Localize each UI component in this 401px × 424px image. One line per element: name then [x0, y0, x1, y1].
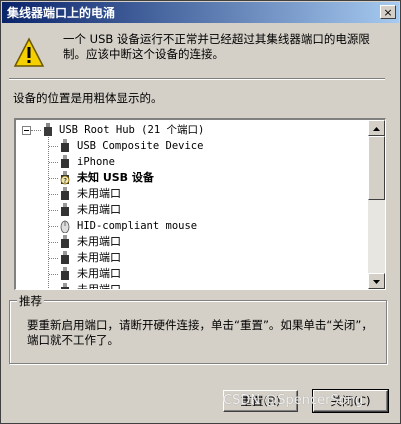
usb-plug-icon	[61, 267, 69, 280]
tree-item[interactable]: 未用端口	[16, 202, 369, 218]
tree-item[interactable]: USB Composite Device	[16, 138, 369, 154]
tree-item-label: iPhone	[77, 156, 115, 168]
tree-item-label: 未用端口	[77, 282, 121, 289]
warning-message: 一个 USB 设备运行不正常并已经超过其集线器端口的电源限制。应该中断这个设备的…	[63, 32, 370, 61]
unknown-device-icon: ?	[60, 171, 70, 185]
tree-item-label: HID-compliant mouse	[77, 220, 198, 232]
tree-scrollbar[interactable]	[368, 120, 385, 289]
recommendation-text: 要重新启用端口，请断开硬件连接，单击“重置”。如果单击“关闭”，端口就不工作了。	[27, 318, 373, 347]
svg-text:?: ?	[63, 177, 67, 185]
tree-item[interactable]: 未用端口	[16, 186, 369, 202]
warning-icon	[13, 37, 45, 67]
collapse-toggle-icon[interactable]	[22, 126, 31, 135]
arrow-down-icon	[373, 280, 380, 284]
tree-item-label: 未用端口	[77, 235, 121, 248]
tree-item[interactable]: iPhone	[16, 154, 369, 170]
dialog-window: 集线器端口上的电涌 × 一个 USB 设备运行不正常并已经超过其集线器端口的电源…	[0, 0, 401, 424]
tree-item-label: 未用端口	[77, 251, 121, 264]
scroll-thumb[interactable]	[368, 136, 385, 200]
usb-device-tree[interactable]: USB Root Hub (21 个端口) USB Composite Devi…	[14, 118, 386, 290]
arrow-up-icon	[373, 127, 380, 131]
usb-plug-icon	[61, 155, 69, 168]
usb-plug-icon	[61, 251, 69, 264]
tree-root-label: USB Root Hub (21 个端口)	[59, 124, 205, 136]
scroll-up-button[interactable]	[368, 120, 385, 136]
title-bar[interactable]: 集线器端口上的电涌 ×	[2, 2, 399, 23]
tree-item-label: 未知 USB 设备	[77, 171, 154, 184]
recommendation-legend: 推荐	[17, 293, 44, 309]
bold-hint-text: 设备的位置是用粗体显示的。	[13, 91, 163, 105]
tree-item[interactable]: HID-compliant mouse	[16, 218, 369, 234]
tree-item[interactable]: 未用端口	[16, 282, 369, 289]
tree-item-label: USB Composite Device	[77, 140, 204, 152]
usb-plug-icon	[61, 235, 69, 248]
usb-plug-icon	[61, 187, 69, 200]
tree-item-label: 未用端口	[77, 187, 121, 200]
tree-item[interactable]: ? 未知 USB 设备	[16, 170, 369, 186]
tree-item[interactable]: 未用端口	[16, 266, 369, 282]
scroll-down-button[interactable]	[368, 273, 385, 289]
usb-plug-icon	[61, 139, 69, 152]
usb-plug-icon	[61, 283, 69, 289]
title-close-button[interactable]: ×	[380, 5, 396, 19]
tree-root-row[interactable]: USB Root Hub (21 个端口)	[16, 122, 369, 138]
mouse-icon	[60, 220, 70, 233]
tree-item[interactable]: 未用端口	[16, 234, 369, 250]
usb-hub-icon	[44, 123, 52, 136]
tree-item-label: 未用端口	[77, 203, 121, 216]
window-title: 集线器端口上的电涌	[7, 6, 116, 20]
watermark: CSDN @SpencerSong	[223, 393, 364, 408]
tree-item-label: 未用端口	[77, 267, 121, 280]
usb-plug-icon	[61, 203, 69, 216]
tree-item[interactable]: 未用端口	[16, 250, 369, 266]
separator	[9, 78, 385, 80]
